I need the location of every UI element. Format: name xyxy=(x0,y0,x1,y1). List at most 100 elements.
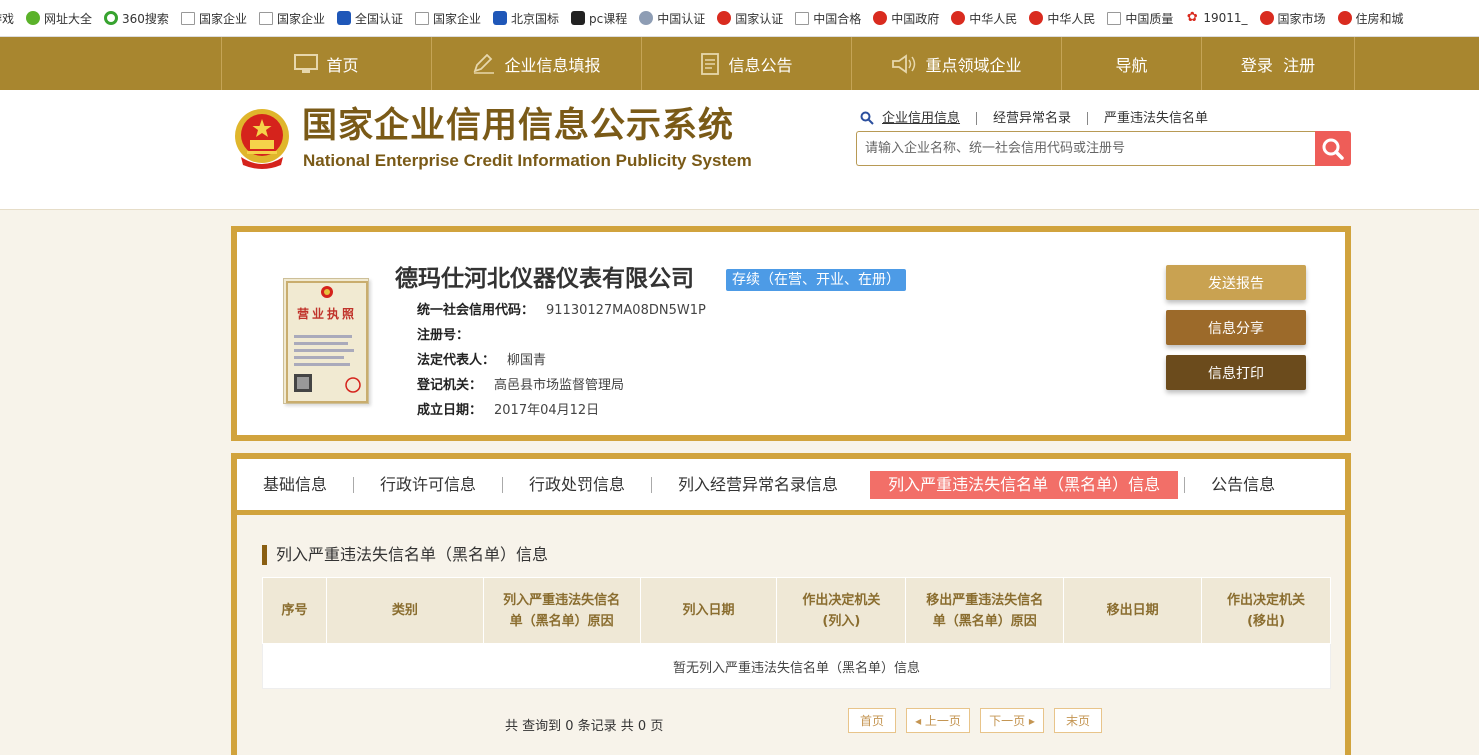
nav-item-key-enterprises[interactable]: 重点领域企业 xyxy=(851,37,1061,90)
page-icon xyxy=(795,11,810,25)
search-type-tabs: 企业信用信息 经营异常名录 严重违法失信名单 xyxy=(860,111,1224,125)
nav-label: 导航 xyxy=(1115,55,1148,75)
red-emblem-icon xyxy=(873,11,888,25)
search-button[interactable] xyxy=(1315,131,1351,166)
bookmark-label: 全国认证 xyxy=(354,11,403,26)
bookmark-item[interactable]: ✿ 19011_ xyxy=(1181,0,1255,36)
bookmark-item[interactable]: 中国政府 xyxy=(869,0,947,36)
bookmark-label: 中国认证 xyxy=(657,11,706,26)
bookmark-item[interactable]: 360搜索 xyxy=(100,0,177,36)
field-label: 统一社会信用代码： xyxy=(417,303,535,318)
last-page-button[interactable]: 末页 xyxy=(1054,708,1102,733)
info-row-legal-rep: 法定代表人： 柳国青 xyxy=(417,348,706,373)
tab-basic-info[interactable]: 基础信息 xyxy=(237,476,353,493)
tab-admin-penalty[interactable]: 行政处罚信息 xyxy=(502,476,651,493)
bookmark-item[interactable]: 中华人民 xyxy=(947,0,1025,36)
next-page-button[interactable]: 下一页 ▸ xyxy=(980,708,1044,733)
360-icon xyxy=(104,11,119,25)
column-header: 作出决定机关(移出) xyxy=(1201,577,1331,644)
tab-abnormal-list[interactable]: 列入经营异常名录信息 xyxy=(651,476,864,493)
table-header-row: 序号 类别 列入严重违法失信名单（黑名单）原因 列入日期 作出决定机关(列入) … xyxy=(262,577,1331,644)
bookmark-item[interactable]: pc课程 xyxy=(567,0,635,36)
bookmark-label: 北京国标 xyxy=(511,11,560,26)
section-title: 列入严重违法失信名单（黑名单）信息 xyxy=(262,545,548,565)
column-header: 列入日期 xyxy=(639,577,778,644)
info-row-established: 成立日期： 2017年04月12日 xyxy=(417,398,706,423)
bookmark-label: 国家市场 xyxy=(1277,11,1326,26)
red-logo-icon: ✿ xyxy=(1186,10,1198,25)
field-value: 柳国青 xyxy=(507,353,547,368)
prev-page-button[interactable]: ◂ 上一页 xyxy=(906,708,970,733)
column-header: 序号 xyxy=(262,577,327,644)
main-nav: 首页 企业信息填报 信息公告 重点领域企业 导航 登录 注册 xyxy=(0,37,1479,90)
nav-label: 重点领域企业 xyxy=(925,55,1022,75)
bookmark-item[interactable]: 中国合格 xyxy=(791,0,869,36)
search-tab-credit[interactable]: 企业信用信息 xyxy=(874,112,976,125)
search-tab-blacklist[interactable]: 严重违法失信名单 xyxy=(1087,111,1224,125)
field-value: 高邑县市场监督管理局 xyxy=(494,378,625,393)
bookmark-label: 360搜索 xyxy=(122,11,169,26)
bookmark-label: 中华人民 xyxy=(969,11,1018,26)
search-icon xyxy=(1322,138,1344,160)
edit-icon xyxy=(474,53,495,74)
blue-logo-icon xyxy=(336,11,351,25)
bookmark-label: 住房和城 xyxy=(1355,11,1404,26)
empty-message: 暂无列入严重违法失信名单（黑名单）信息 xyxy=(262,643,1331,689)
send-report-button[interactable]: 发送报告 xyxy=(1166,265,1306,300)
red-emblem-icon xyxy=(1029,11,1044,25)
bookmark-item[interactable]: 中国认证 xyxy=(635,0,713,36)
bookmark-item[interactable]: 中国质量 xyxy=(1103,0,1181,36)
tab-admin-license[interactable]: 行政许可信息 xyxy=(353,476,502,493)
bookmark-item[interactable]: 国家认证 xyxy=(713,0,791,36)
page-icon xyxy=(1107,11,1122,25)
bookmark-item[interactable]: 住房和城 xyxy=(1334,0,1412,36)
bookmark-item[interactable]: 国家企业 xyxy=(411,0,489,36)
bookmark-item[interactable]: 国家市场 xyxy=(1256,0,1334,36)
license-image xyxy=(286,281,368,403)
business-license-thumbnail[interactable]: 营业执照 xyxy=(283,278,369,404)
bookmark-label: 中国质量 xyxy=(1125,11,1174,26)
grey-globe-icon xyxy=(639,11,654,25)
nav-label: 首页 xyxy=(326,55,359,75)
bookmark-item[interactable]: 国家企业 xyxy=(177,0,255,36)
column-header: 作出决定机关(列入) xyxy=(776,577,907,644)
page-icon xyxy=(414,11,429,25)
print-info-button[interactable]: 信息打印 xyxy=(1166,355,1306,390)
company-card: 营业执照 德玛仕河北仪器仪表有限公司 存续（在营、开业、在册） 统一社会信用代码… xyxy=(231,226,1351,441)
bookmarks-bar: 游戏 网址大全 360搜索 国家企业 国家企业 全国认证 国家企业 北京国标 p… xyxy=(0,0,1479,37)
search-input[interactable] xyxy=(856,131,1316,166)
nav-item-fill[interactable]: 企业信息填报 xyxy=(431,37,641,90)
nav-label: 登录 注册 xyxy=(1240,55,1316,75)
black-logo-icon xyxy=(571,11,586,25)
red-emblem-icon xyxy=(1259,11,1274,25)
bookmark-label: 国家企业 xyxy=(432,11,481,26)
column-header: 移出严重违法失信名单（黑名单）原因 xyxy=(905,577,1065,644)
nav-label: 企业信息填报 xyxy=(504,55,601,75)
site-title: 国家企业信用信息公示系统 xyxy=(302,106,735,146)
tab-announcements[interactable]: 公告信息 xyxy=(1184,476,1301,493)
nav-item-notice[interactable]: 信息公告 xyxy=(641,37,851,90)
bookmark-label: 国家企业 xyxy=(276,11,325,26)
red-emblem-icon xyxy=(1337,11,1352,25)
field-label: 登记机关： xyxy=(417,378,483,393)
bookmark-label: 国家企业 xyxy=(198,11,247,26)
tab-blacklist[interactable]: 列入严重违法失信名单（黑名单）信息 xyxy=(870,470,1179,499)
bookmark-item[interactable]: 中华人民 xyxy=(1025,0,1103,36)
nav-item-home[interactable]: 首页 xyxy=(221,37,431,90)
first-page-button[interactable]: 首页 xyxy=(848,708,896,733)
bookmark-item[interactable]: 国家企业 xyxy=(255,0,333,36)
bookmark-item[interactable]: 游戏 xyxy=(0,0,22,36)
bookmark-item[interactable]: 全国认证 xyxy=(333,0,411,36)
search-tab-abnormal[interactable]: 经营异常名录 xyxy=(976,111,1087,125)
bookmark-label: 19011_ xyxy=(1203,11,1248,25)
share-info-button[interactable]: 信息分享 xyxy=(1166,310,1306,345)
bookmark-item[interactable]: 网址大全 xyxy=(22,0,100,36)
bookmark-item[interactable]: 北京国标 xyxy=(489,0,567,36)
red-emblem-icon xyxy=(717,11,732,25)
bookmark-label: 中华人民 xyxy=(1047,11,1096,26)
bookmark-label: 网址大全 xyxy=(44,11,93,26)
nav-item-login-register[interactable]: 登录 注册 xyxy=(1201,37,1355,90)
red-emblem-icon xyxy=(951,11,966,25)
nav-item-navigation[interactable]: 导航 xyxy=(1061,37,1201,90)
field-label: 成立日期： xyxy=(417,403,483,418)
